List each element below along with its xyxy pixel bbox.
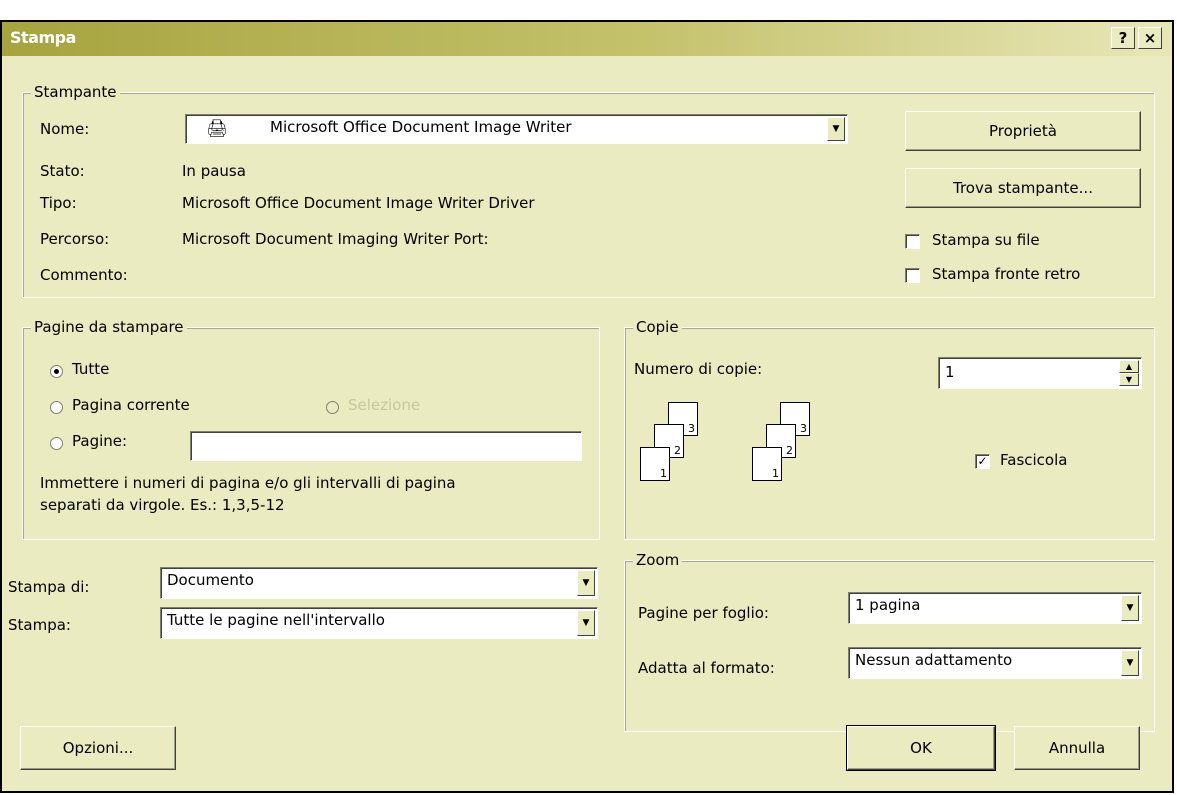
chevron-down-icon[interactable]: ▼ [577,570,595,596]
scale-label: Adatta al formato: [638,659,775,677]
page-range-hint-line1: Immettere i numeri di pagina e/o gli int… [40,474,456,492]
pages-per-sheet-select[interactable]: 1 pagina ▼ [848,592,1142,624]
copies-group-title: Copie [633,318,682,336]
page-range-hint-line2: separati da virgole. Es.: 1,3,5-12 [40,496,285,514]
print-what-select[interactable]: Documento ▼ [160,567,598,599]
close-button[interactable]: × [1138,27,1162,49]
pages-per-sheet-value: 1 pagina [855,596,921,614]
page-number: 3 [688,422,695,435]
radio-selection[interactable] [326,401,339,414]
status-value: In pausa [182,162,246,180]
pages-per-sheet-label: Pagine per foglio: [638,604,769,622]
duplex-checkbox[interactable] [905,268,920,283]
status-label: Stato: [40,162,85,180]
printer-name-label: Nome: [40,120,90,138]
find-printer-button[interactable]: Trova stampante... [905,168,1141,208]
print-pages-select[interactable]: Tutte le pagine nell'intervallo ▼ [160,607,598,639]
chevron-down-icon[interactable]: ▼ [1121,650,1139,676]
collate-checkbox[interactable]: ✓ [975,454,990,469]
radio-selection-label[interactable]: Selezione [348,396,420,414]
printer-name-value: Microsoft Office Document Image Writer [270,118,572,136]
printer-name-select[interactable]: 🖨 Microsoft Office Document Image Writer… [185,114,848,144]
radio-pages[interactable] [50,437,63,450]
chevron-down-icon[interactable]: ▼ [1121,595,1139,621]
page-number: 3 [800,422,807,435]
collate-illustration-1: 3 2 1 [632,402,722,502]
printer-group-title: Stampante [31,83,120,101]
print-dialog: Stampa ? × Stampante Nome: 🖨 Microsoft O… [0,20,1174,793]
printer-icon: 🖨 [206,119,228,139]
type-label: Tipo: [40,194,77,212]
radio-current-page[interactable] [50,401,63,414]
page-thumb: 1 [640,447,670,481]
type-value: Microsoft Office Document Image Writer D… [182,194,535,212]
page-number: 1 [772,467,779,480]
spin-down-icon[interactable]: ▼ [1119,373,1139,386]
properties-button[interactable]: Proprietà [905,111,1141,151]
path-label: Percorso: [40,230,110,248]
radio-pages-label[interactable]: Pagine: [72,432,127,450]
print-what-value: Documento [167,571,254,589]
options-button[interactable]: Opzioni... [20,726,176,770]
page-range-group-title: Pagine da stampare [31,318,187,336]
scale-value: Nessun adattamento [855,651,1013,669]
help-button[interactable]: ? [1111,27,1135,49]
radio-all-label[interactable]: Tutte [72,360,109,378]
zoom-group-title: Zoom [633,551,683,569]
ok-button[interactable]: OK [846,725,996,771]
copies-count-value: 1 [945,363,955,381]
path-value: Microsoft Document Imaging Writer Port: [182,230,489,248]
chevron-down-icon[interactable]: ▼ [577,610,595,636]
radio-all-pages[interactable] [50,365,63,378]
print-to-file-checkbox[interactable] [905,234,920,249]
title-bar[interactable]: Stampa ? × [2,22,1172,56]
page-number: 2 [786,444,793,457]
comment-label: Commento: [40,266,128,284]
page-thumb: 1 [752,447,782,481]
pages-input[interactable] [190,431,582,461]
collate-illustration-2: 3 2 1 [744,402,834,502]
spin-up-icon[interactable]: ▲ [1119,360,1139,373]
copies-spinner[interactable]: 1 ▲ ▼ [938,357,1142,389]
page-number: 2 [674,444,681,457]
radio-current-label[interactable]: Pagina corrente [72,396,190,414]
duplex-label[interactable]: Stampa fronte retro [932,265,1080,283]
copies-count-label: Numero di copie: [634,360,763,378]
print-what-label: Stampa di: [8,578,90,596]
print-pages-label: Stampa: [8,616,71,634]
print-pages-value: Tutte le pagine nell'intervallo [167,611,385,629]
window-title: Stampa [10,28,76,47]
cancel-button[interactable]: Annulla [1014,726,1140,770]
page-number: 1 [660,467,667,480]
scale-select[interactable]: Nessun adattamento ▼ [848,647,1142,679]
zoom-group: Zoom [624,551,1155,732]
chevron-down-icon[interactable]: ▼ [827,117,845,141]
print-to-file-label[interactable]: Stampa su file [932,231,1040,249]
collate-label[interactable]: Fascicola [1000,451,1067,469]
